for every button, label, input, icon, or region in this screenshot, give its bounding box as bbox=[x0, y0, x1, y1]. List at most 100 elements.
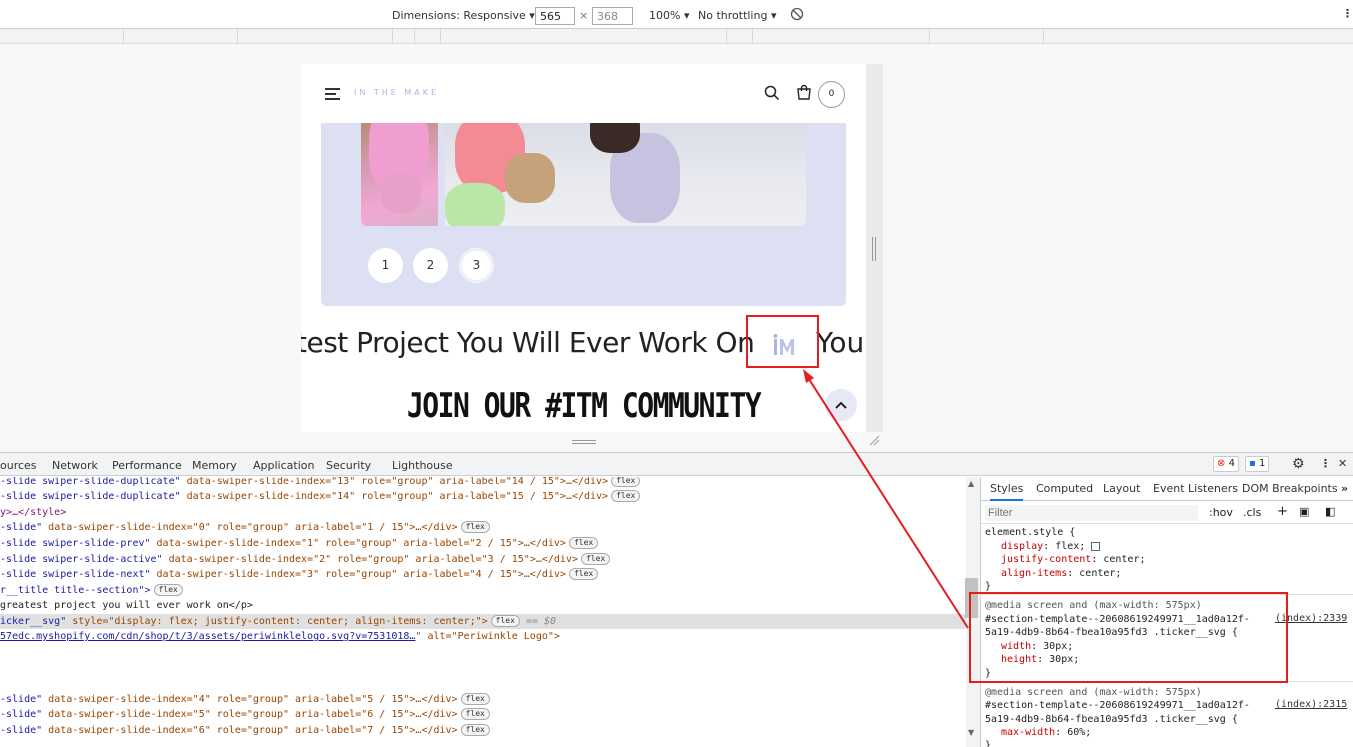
tab-event-listeners[interactable]: Event Listeners bbox=[1153, 482, 1238, 495]
flex-badge[interactable]: flex bbox=[490, 615, 520, 627]
ticker-text-after: You bbox=[816, 326, 865, 359]
search-icon[interactable] bbox=[764, 85, 780, 104]
cls-toggle[interactable]: .cls bbox=[1243, 506, 1261, 519]
flex-badge[interactable]: flex bbox=[580, 553, 611, 565]
dom-line[interactable]: -slide" data-swiper-slide-index="5" role… bbox=[0, 707, 490, 722]
more-tabs-icon[interactable]: » bbox=[1341, 482, 1348, 495]
rule-selector: #section-template--20608619249971__1ad0a… bbox=[985, 700, 1250, 711]
message-count-badge[interactable]: ▪ 1 bbox=[1245, 456, 1270, 472]
tab-layout[interactable]: Layout bbox=[1103, 482, 1140, 495]
tab-sources[interactable]: ources bbox=[0, 459, 37, 472]
settings-gear-icon[interactable]: ⚙ bbox=[1292, 456, 1305, 472]
cart-count-badge[interactable]: 0 bbox=[818, 81, 845, 108]
tab-computed[interactable]: Computed bbox=[1036, 482, 1093, 495]
css-declaration[interactable]: align-items: center; bbox=[1001, 567, 1121, 581]
throttling-dropdown[interactable]: No throttling ▾ bbox=[698, 9, 776, 22]
tab-styles[interactable]: Styles bbox=[990, 482, 1024, 501]
dom-line[interactable]: y>…</style> bbox=[0, 505, 66, 520]
tab-application[interactable]: Application bbox=[253, 459, 314, 472]
flex-badge[interactable]: flex bbox=[611, 477, 641, 487]
flex-badge[interactable]: flex bbox=[460, 708, 490, 720]
dom-line[interactable]: -slide" data-swiper-slide-index="6" role… bbox=[0, 723, 490, 738]
highlight-box-logo bbox=[746, 315, 819, 368]
zoom-dropdown[interactable]: 100% ▾ bbox=[649, 9, 689, 22]
pager-button-1[interactable]: 1 bbox=[368, 248, 403, 283]
slide-image-main bbox=[445, 123, 806, 226]
source-link[interactable]: (index):2315 bbox=[1275, 699, 1347, 710]
error-count-badge[interactable]: ⊗ 4 bbox=[1213, 456, 1239, 472]
times-symbol: × bbox=[579, 9, 589, 22]
dom-line[interactable]: -slide swiper-slide-prev" data-swiper-sl… bbox=[0, 536, 599, 551]
dom-line[interactable]: -slide swiper-slide-active" data-swiper-… bbox=[0, 552, 611, 567]
dimensions-label: Dimensions: Responsive bbox=[392, 9, 526, 22]
rule-selector: 5a19-4db9-8b64-fbea10a95fd3 .ticker__svg… bbox=[985, 714, 1238, 725]
site-header: IN THE MAKE 0 bbox=[301, 64, 866, 123]
flex-badge[interactable]: flex bbox=[460, 521, 490, 533]
figure-shape bbox=[590, 123, 640, 153]
width-input[interactable] bbox=[535, 7, 575, 25]
ruler-tick bbox=[237, 29, 238, 44]
ruler-tick bbox=[392, 29, 393, 44]
message-count: 1 bbox=[1258, 458, 1266, 469]
site-logo[interactable]: IN THE MAKE bbox=[354, 88, 439, 97]
close-devtools-icon[interactable]: ✕ bbox=[1338, 457, 1347, 470]
dom-line[interactable]: -slide swiper-slide-duplicate" data-swip… bbox=[0, 477, 641, 489]
flex-badge[interactable]: flex bbox=[460, 693, 490, 705]
more-options-icon[interactable]: ⋮ bbox=[1342, 7, 1353, 20]
new-rule-icon[interactable]: + bbox=[1277, 504, 1288, 519]
dom-line-selected[interactable]: icker__svg" style="display: flex; justif… bbox=[0, 614, 966, 629]
dom-line[interactable]: -slide swiper-slide-duplicate" data-swip… bbox=[0, 489, 641, 504]
flex-editor-icon[interactable] bbox=[1091, 541, 1101, 551]
tab-lighthouse[interactable]: Lighthouse bbox=[392, 459, 453, 472]
rule-close: } bbox=[985, 740, 992, 747]
scroll-up-icon[interactable]: ▲ bbox=[968, 479, 974, 488]
paint-icon[interactable]: ▣ bbox=[1299, 505, 1309, 518]
flex-badge[interactable]: flex bbox=[611, 490, 641, 502]
zoom-label: 100% bbox=[649, 9, 681, 22]
tab-performance[interactable]: Performance bbox=[112, 459, 182, 472]
resize-handle-right[interactable] bbox=[872, 237, 876, 261]
dom-line[interactable]: -slide" data-swiper-slide-index="4" role… bbox=[0, 692, 490, 707]
rotate-icon[interactable] bbox=[790, 7, 804, 24]
cart-icon[interactable] bbox=[796, 84, 812, 103]
sidebar-toggle-icon[interactable]: ◧ bbox=[1325, 505, 1335, 518]
css-declaration[interactable]: display: flex; bbox=[1001, 540, 1101, 554]
dom-text: -slide swiper-slide-next" bbox=[0, 569, 151, 580]
devtools-menu-icon[interactable]: ⋮ bbox=[1320, 457, 1331, 470]
resize-corner-icon[interactable] bbox=[868, 434, 880, 449]
resize-handle-bottom[interactable] bbox=[572, 440, 596, 444]
flex-badge[interactable]: flex bbox=[568, 568, 599, 580]
dom-line[interactable]: 57edc.myshopify.com/cdn/shop/t/3/assets/… bbox=[0, 629, 560, 644]
css-declaration[interactable]: justify-content: center; bbox=[1001, 553, 1146, 567]
flex-badge[interactable]: flex bbox=[568, 537, 599, 549]
tab-security[interactable]: Security bbox=[326, 459, 371, 472]
asset-link[interactable]: 57edc.myshopify.com/cdn/shop/t/3/assets/… bbox=[0, 631, 415, 642]
dom-text: -slide" bbox=[0, 522, 43, 533]
css-declaration[interactable]: max-width: 60%; bbox=[1001, 726, 1091, 740]
dimensions-dropdown[interactable]: Dimensions: Responsive ▾ bbox=[392, 9, 535, 22]
dom-text: " alt="Periwinkle Logo"> bbox=[415, 631, 560, 642]
dom-line[interactable]: greatest project you will ever work on</… bbox=[0, 598, 253, 613]
hov-toggle[interactable]: :hov bbox=[1209, 506, 1233, 519]
ruler-tick bbox=[726, 29, 727, 44]
flex-badge[interactable]: flex bbox=[153, 584, 183, 596]
styles-filter-input[interactable] bbox=[985, 505, 1198, 521]
figure-shape bbox=[445, 183, 505, 226]
dom-line[interactable]: -slide" data-swiper-slide-index="0" role… bbox=[0, 520, 490, 535]
scroll-down-icon[interactable]: ▼ bbox=[968, 728, 974, 737]
hamburger-menu-icon[interactable] bbox=[325, 88, 340, 100]
pager-button-2[interactable]: 2 bbox=[413, 248, 448, 283]
tab-dom-breakpoints[interactable]: DOM Breakpoints bbox=[1242, 482, 1338, 495]
tab-network[interactable]: Network bbox=[52, 459, 98, 472]
dom-text: data-swiper-slide-index="13" role="group… bbox=[180, 477, 609, 487]
dom-line[interactable]: -slide swiper-slide-next" data-swiper-sl… bbox=[0, 567, 599, 582]
flex-badge[interactable]: flex bbox=[460, 724, 490, 736]
element-style-selector: element.style { bbox=[985, 527, 1076, 538]
scroll-to-top-button[interactable] bbox=[825, 389, 857, 421]
tab-memory[interactable]: Memory bbox=[192, 459, 237, 472]
dom-text: -slide" bbox=[0, 725, 43, 736]
dom-text: -slide swiper-slide-prev" bbox=[0, 538, 151, 549]
pager-button-3[interactable]: 3 bbox=[459, 248, 494, 283]
height-input[interactable] bbox=[592, 7, 633, 25]
dom-line[interactable]: r__title title--section"> flex bbox=[0, 583, 183, 598]
